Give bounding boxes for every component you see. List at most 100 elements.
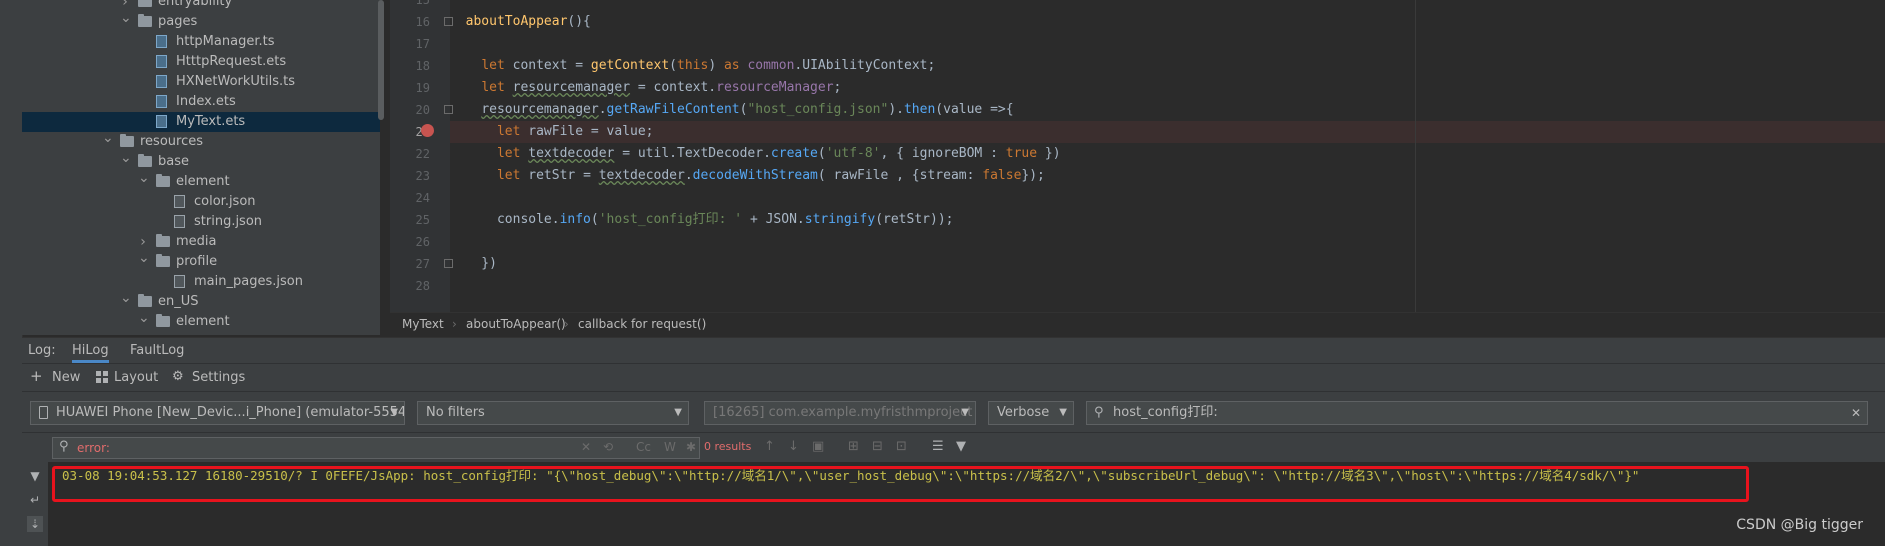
code-line-22: let textdecoder = util.TextDecoder.creat… [496,146,1061,161]
code-line-19: let resourcemanager = context.resourceMa… [481,80,842,95]
settings-button[interactable]: Settings [192,370,245,385]
log-toolbar: + New Layout ⚙ Settings [22,363,1885,392]
soft-wrap-icon[interactable]: ↵ [27,492,43,508]
filter-select[interactable]: No filters ▼ [417,401,689,425]
breakpoint-icon[interactable] [421,124,434,137]
tree-item-label: profile [176,254,218,269]
chevron-right-icon: › [564,317,569,331]
tab-hilog[interactable]: HiLog [72,343,109,363]
file-icon [156,75,167,88]
log-tab-bar: Log: HiLog FaultLog [22,337,1885,364]
line-number: 17 [415,37,430,51]
chevron-down-icon[interactable]: ⌄ [138,168,150,188]
tree-item-label: pages [158,14,198,29]
filter-select-value: No filters [426,405,485,420]
new-button[interactable]: New [52,370,80,385]
dropdown-arrow-icon: ▼ [390,407,398,418]
breadcrumb: MyText › aboutToAppear() › callback for … [390,312,1885,337]
line-number: 25 [415,213,430,227]
chevron-down-icon[interactable]: ⌄ [138,308,150,328]
log-search-input[interactable]: ⚲ host_config打印: ✕ [1086,401,1868,425]
tree-item[interactable]: Index.ets [22,92,380,112]
tree-item[interactable]: MyText.ets [22,112,380,132]
results-count: 0 results [704,440,752,453]
code-editor[interactable]: aboutToAppear(){ let context = getContex… [450,0,1885,312]
tree-item[interactable]: main_pages.json [22,272,380,292]
tree-item[interactable]: HXNetWorkUtils.ts [22,72,380,92]
breadcrumb-item[interactable]: aboutToAppear() [466,317,566,331]
process-select[interactable]: [16265] com.example.myfristhmproject ▼ [704,401,976,425]
next-icon[interactable]: ↓ [788,439,799,454]
fold-marker-icon[interactable] [444,259,453,268]
breadcrumb-item[interactable]: callback for request() [578,317,706,331]
line-number: 27 [415,257,430,271]
layout-icon[interactable] [96,371,108,387]
options-icon[interactable]: ☰ [932,439,944,454]
tree-item[interactable]: › media [22,232,380,252]
tree-item[interactable]: ⌄ element [22,170,380,192]
tree-item[interactable]: ⌄ resources [22,130,380,152]
dropdown-arrow-icon: ▼ [1059,407,1067,418]
watermark: CSDN @Big tigger [1736,517,1863,533]
tree-item[interactable]: ⌄ base [22,150,380,172]
scroll-down-icon[interactable]: ▼ [27,468,43,484]
tree-item-label: en_US [158,294,199,309]
code-line-20: resourcemanager.getRawFileContent("host_… [481,102,1014,117]
remove-occurrence-icon[interactable]: ⊟ [872,439,883,454]
previous-icon[interactable]: ↑ [764,439,775,454]
fold-marker-icon[interactable] [444,105,453,114]
scroll-to-end-icon[interactable]: ⇣ [27,516,43,532]
tree-item-label: element [176,314,230,329]
tree-item[interactable]: httpManager.ts [22,32,380,52]
log-search-value: host_config打印: [1113,405,1218,420]
plus-icon[interactable]: + [30,367,43,385]
history-icon[interactable]: ⟲ [603,440,613,454]
file-icon [156,35,167,48]
level-select[interactable]: Verbose ▼ [988,401,1074,425]
fold-marker-icon[interactable] [444,17,453,26]
tree-item[interactable]: HtttpRequest.ets [22,52,380,72]
breadcrumb-item[interactable]: MyText [402,317,444,331]
tree-item[interactable]: ⌄ pages [22,10,380,32]
left-tool-strip [0,0,23,546]
tree-item[interactable]: string.json [22,212,380,232]
line-number: 23 [415,169,430,183]
add-occurrence-icon[interactable]: ⊞ [848,439,859,454]
match-case-toggle[interactable]: Cc [636,440,651,454]
chevron-right-icon: › [452,317,457,331]
chevron-down-icon[interactable]: ⌄ [102,128,114,148]
gear-icon[interactable]: ⚙ [172,369,184,384]
tree-item[interactable]: ⌄ en_US [22,290,380,312]
tree-item[interactable]: color.json [22,192,380,212]
filter-icon[interactable]: ▼ [956,439,966,454]
chevron-down-icon[interactable]: ⌄ [138,248,150,268]
toggle-occurrence-icon[interactable]: ⊡ [896,439,907,454]
tree-item[interactable]: ⌄ profile [22,250,380,272]
tree-item[interactable]: ⌄ element [22,310,380,332]
close-icon[interactable]: ✕ [1851,402,1861,424]
folder-icon [156,174,170,187]
chevron-down-icon[interactable]: ⌄ [120,288,132,308]
tab-faultlog[interactable]: FaultLog [130,343,184,358]
tree-scrollbar[interactable] [378,0,384,120]
search-icon: ⚲ [1094,405,1104,420]
tree-item[interactable]: › entryability [22,0,380,12]
tree-item-label: Index.ets [176,94,236,109]
folder-icon [156,254,170,267]
line-number: 16 [415,15,430,29]
clear-icon[interactable]: ✕ [581,440,591,454]
chevron-down-icon[interactable]: ⌄ [120,8,132,28]
layout-button[interactable]: Layout [114,370,158,385]
folder-icon [156,314,170,327]
device-select[interactable]: HUAWEI Phone [New_Devic...i_Phone] (emul… [30,401,405,425]
line-number: 18 [415,59,430,73]
file-icon [156,115,167,128]
regex-toggle[interactable]: ✱ [686,440,696,454]
words-toggle[interactable]: W [664,440,676,454]
select-all-icon[interactable]: ▣ [812,439,824,454]
find-input[interactable]: ⚲ error: ✕ ⟲ Cc W ✱ [52,437,700,459]
chevron-down-icon[interactable]: ⌄ [120,148,132,168]
tree-item-label: string.json [194,214,263,229]
project-tree[interactable]: › entryability ⌄ pages httpManager.ts HtttpRe… [22,0,380,335]
